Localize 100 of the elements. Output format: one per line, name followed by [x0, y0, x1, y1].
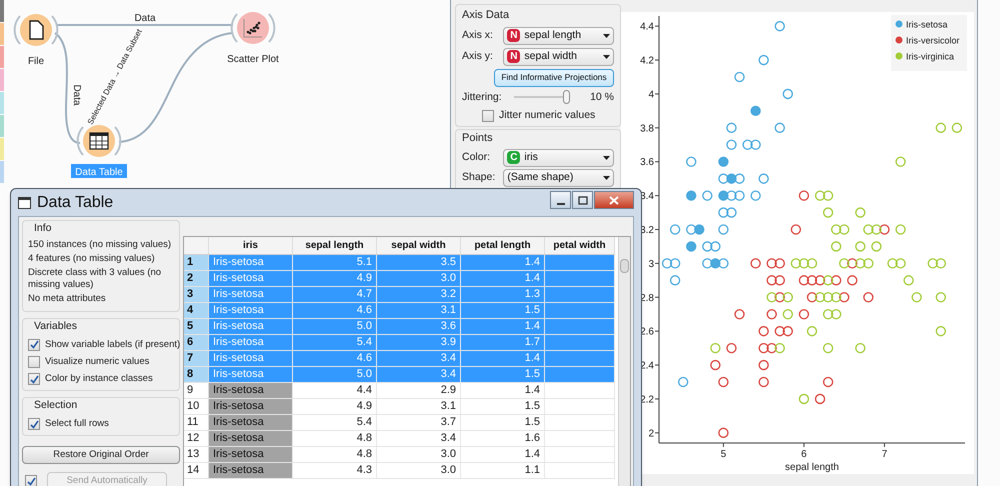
data-point: [750, 190, 761, 201]
row-header[interactable]: 5: [184, 319, 209, 334]
table-cell: 1.5: [461, 367, 545, 382]
y-tick-label: 3.6: [640, 157, 654, 168]
checkbox[interactable]: [482, 110, 494, 122]
caret-icon: [603, 156, 610, 160]
node-label[interactable]: File: [28, 56, 44, 67]
row-header[interactable]: 4: [184, 303, 209, 318]
y-tick-label: 4.4: [640, 22, 654, 33]
data-point: [871, 241, 882, 252]
table-cell: Iris-setosa: [209, 351, 293, 366]
column-header[interactable]: petal width: [545, 237, 615, 254]
data-point: [758, 326, 769, 336]
table-cell: 5.0: [293, 319, 377, 334]
maximize-button[interactable]: [572, 191, 593, 209]
data-point: [831, 241, 842, 252]
row-header[interactable]: 3: [184, 287, 209, 302]
data-point: [936, 326, 946, 336]
find-projections-button[interactable]: Find Informative Projections: [494, 68, 614, 86]
data-point: [831, 292, 842, 302]
data-point: [798, 190, 810, 201]
column-header[interactable]: iris: [209, 237, 293, 254]
data-point: [895, 224, 906, 235]
data-point: [822, 376, 834, 388]
data-point: [936, 122, 946, 133]
info-text: 150 instances (no missing values): [28, 238, 172, 251]
slider-thumb[interactable]: [563, 90, 570, 104]
column-header[interactable]: sepal length: [293, 237, 377, 254]
x-tick-label: 7: [882, 449, 888, 460]
data-point: [839, 258, 850, 269]
data-point: [718, 190, 729, 201]
data-point: [718, 376, 729, 388]
data-point: [839, 292, 850, 302]
row-header[interactable]: 2: [184, 271, 209, 286]
table-cell: 3.1: [377, 303, 461, 318]
data-point: [710, 258, 721, 269]
data-point: [710, 342, 721, 354]
dropdown[interactable]: C iris: [503, 148, 614, 166]
row-header[interactable]: 1: [184, 255, 209, 270]
checkbox[interactable]: [28, 338, 40, 351]
field-label: Jittering:: [462, 90, 503, 104]
data-point: [839, 224, 850, 235]
data-point: [662, 258, 672, 269]
data-point: [806, 258, 818, 269]
data-point: [774, 122, 785, 133]
data-point: [718, 224, 729, 235]
data-point: [734, 190, 745, 201]
checkbox[interactable]: [28, 373, 40, 386]
y-tick-label: 3: [648, 258, 654, 270]
data-point: [702, 258, 712, 269]
table-cell: Iris-setosa: [209, 367, 293, 382]
checkbox[interactable]: [28, 356, 40, 368]
data-point: [895, 156, 906, 167]
data-point: [718, 258, 729, 269]
table-cell: 3.0: [377, 271, 461, 286]
data-point: [863, 258, 874, 269]
type-badge: N: [507, 29, 520, 42]
vertical-scrollbar[interactable]: [618, 237, 630, 486]
column-header[interactable]: sepal width: [377, 237, 461, 254]
data-point: [734, 309, 745, 320]
y-tick-label: 2: [648, 428, 654, 440]
data-point: [766, 309, 777, 320]
column-header[interactable]: petal length: [461, 237, 545, 254]
data-point: [814, 394, 826, 404]
slider-reading: 10 %: [590, 90, 614, 104]
dropdown[interactable]: N sepal width: [503, 48, 614, 66]
table-cell: 4.9: [293, 271, 377, 286]
data-point: [774, 275, 785, 286]
table-cell: 5.1: [293, 255, 377, 270]
info-text: 4 features (no missing values): [28, 252, 156, 265]
data-point: [670, 224, 680, 235]
table-cell: Iris-setosa: [209, 271, 293, 286]
dropdown[interactable]: (Same shape): [503, 168, 614, 186]
close-icon: [609, 196, 619, 204]
row-header[interactable]: 7: [184, 351, 209, 366]
data-point: [806, 275, 818, 286]
row-header[interactable]: 6: [184, 335, 209, 350]
table-cell: 5.0: [293, 367, 377, 382]
data-point: [806, 326, 818, 336]
data-point: [750, 258, 761, 269]
x-axis-title: sepal length: [785, 462, 839, 473]
row-header[interactable]: 8: [184, 367, 209, 382]
data-point: [702, 241, 712, 252]
data-point: [750, 106, 761, 116]
legend-label: Iris-versicolor: [906, 36, 960, 46]
data-point: [766, 342, 777, 354]
x-tick-label: 6: [801, 449, 807, 460]
table-cell: 5.4: [293, 335, 377, 350]
slider-track[interactable]: [514, 90, 570, 104]
node-label[interactable]: Scatter Plot: [227, 54, 279, 65]
field-label: Axis x:: [462, 28, 494, 43]
restore-order-button[interactable]: Restore Original Order: [22, 446, 180, 464]
checkbox[interactable]: [28, 418, 40, 430]
dropdown[interactable]: N sepal length: [503, 26, 614, 44]
workflow-node[interactable]: [230, 12, 276, 44]
data-point: [686, 224, 696, 235]
table-cell: Iris-setosa: [209, 463, 293, 478]
close-button[interactable]: [594, 191, 634, 209]
minimize-button[interactable]: [550, 191, 571, 209]
type-badge: N: [507, 50, 520, 63]
